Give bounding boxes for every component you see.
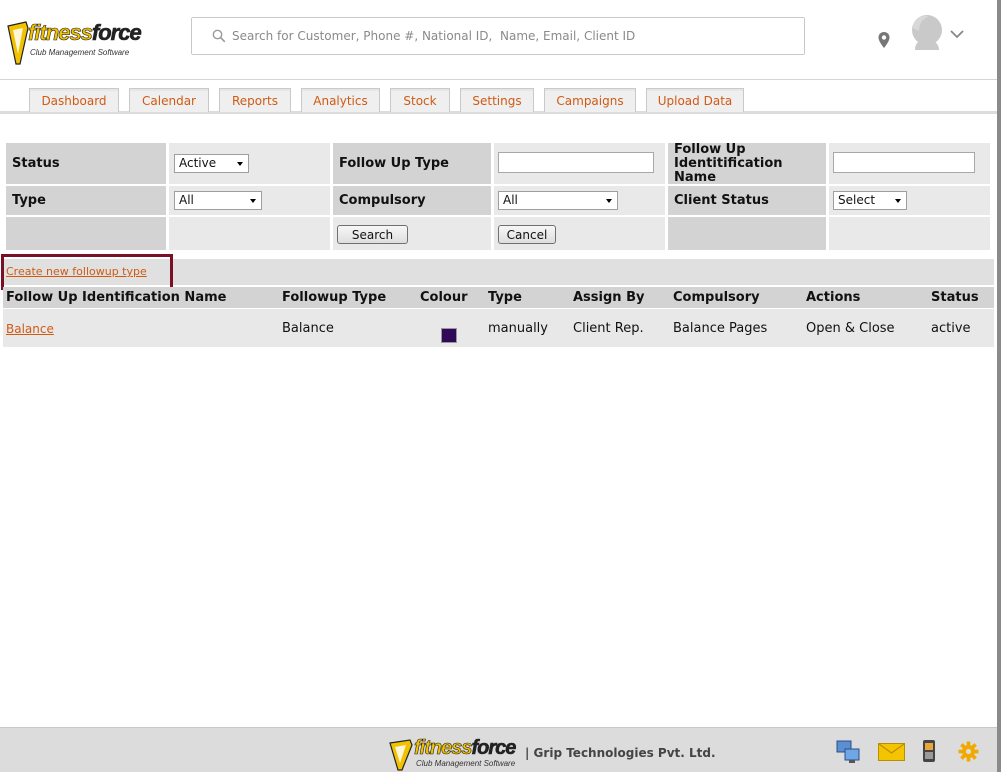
footer: fitnessforce Club Management Software | … xyxy=(0,727,997,772)
assign-by-cell: Client Rep. xyxy=(573,321,644,336)
table-row: Balance Balance manually Client Rep. Bal… xyxy=(3,309,994,347)
tab-stock[interactable]: Stock xyxy=(390,88,450,112)
type-select[interactable]: All xyxy=(174,191,262,210)
compulsory-select[interactable]: All xyxy=(498,191,618,210)
empty-cell xyxy=(6,217,166,250)
logo-tagline: Club Management Software xyxy=(416,759,516,768)
type-label: Type xyxy=(6,186,166,215)
logo-wordmark: fitnessforce xyxy=(414,737,517,760)
dropdown-arrow-icon xyxy=(250,199,256,203)
create-followup-type-link[interactable]: Create new followup type xyxy=(6,265,147,278)
client-status-cell: Select xyxy=(829,186,990,215)
tab-reports[interactable]: Reports xyxy=(219,88,291,112)
search-button[interactable]: Search xyxy=(337,225,408,244)
search-button-cell: Search xyxy=(333,217,491,250)
settings-gear-icon[interactable] xyxy=(958,741,979,762)
column-header: Status xyxy=(931,290,979,305)
company-name: | Grip Technologies Pvt. Ltd. xyxy=(525,746,716,760)
followup-id-name-label: Follow Up Identitification Name xyxy=(668,142,826,184)
followup-id-name-cell xyxy=(829,143,990,184)
followup-type-label: Follow Up Type xyxy=(333,143,491,184)
tab-upload-data[interactable]: Upload Data xyxy=(646,88,744,112)
column-header: Compulsory xyxy=(673,290,760,305)
main-nav-tabs: Dashboard Calendar Reports Analytics Sto… xyxy=(0,88,997,114)
mail-icon[interactable] xyxy=(878,743,905,761)
tab-calendar[interactable]: Calendar xyxy=(129,88,209,112)
logo-mark-icon xyxy=(389,739,413,771)
type-cell: manually xyxy=(488,321,548,336)
status-select[interactable]: Active xyxy=(174,154,249,173)
column-header: Type xyxy=(488,290,522,305)
table-header: Follow Up Identification Name Followup T… xyxy=(3,287,994,308)
column-header: Assign By xyxy=(573,290,645,305)
tab-dashboard[interactable]: Dashboard xyxy=(29,88,119,112)
followup-type-cell: Balance xyxy=(282,321,334,336)
status-cell: active xyxy=(931,321,971,336)
global-search[interactable] xyxy=(191,17,805,55)
tab-campaigns[interactable]: Campaigns xyxy=(544,88,636,112)
mobile-phone-icon[interactable] xyxy=(922,739,936,763)
empty-cell xyxy=(169,217,330,250)
chevron-down-icon[interactable] xyxy=(950,29,964,39)
top-header: fitnessforce Club Management Software xyxy=(0,0,997,80)
empty-cell xyxy=(829,217,990,250)
followup-type-cell xyxy=(494,143,665,184)
status-label: Status xyxy=(6,143,166,184)
column-header: Followup Type xyxy=(282,290,387,305)
fitnessforce-logo[interactable]: fitnessforce Club Management Software xyxy=(6,18,142,68)
location-pin-icon[interactable] xyxy=(877,31,891,49)
dropdown-arrow-icon xyxy=(237,162,243,166)
cancel-button-cell: Cancel xyxy=(494,217,665,250)
followup-type-input[interactable] xyxy=(498,152,654,173)
client-status-select[interactable]: Select xyxy=(833,191,907,210)
column-header: Colour xyxy=(420,290,468,305)
compulsory-label: Compulsory xyxy=(333,186,491,215)
client-status-label: Client Status xyxy=(668,186,826,215)
dropdown-arrow-icon xyxy=(895,199,901,203)
actions-cell: Open & Close xyxy=(806,321,895,336)
tab-settings[interactable]: Settings xyxy=(460,88,534,112)
search-icon xyxy=(212,29,226,43)
colour-swatch xyxy=(441,328,457,343)
cancel-button[interactable]: Cancel xyxy=(498,225,556,244)
compulsory-cell: All xyxy=(494,186,665,215)
type-cell: All xyxy=(169,186,330,215)
compulsory-cell: Balance Pages xyxy=(673,321,768,336)
logo-tagline: Club Management Software xyxy=(30,48,130,57)
user-avatar-icon[interactable] xyxy=(907,14,947,54)
tab-analytics[interactable]: Analytics xyxy=(301,88,380,112)
logo-wordmark: fitnessforce xyxy=(28,20,142,46)
window-frame-right xyxy=(997,0,1001,772)
search-input[interactable] xyxy=(232,26,792,46)
dropdown-arrow-icon xyxy=(606,199,612,203)
logo-mark-icon xyxy=(7,21,29,65)
followup-name-link[interactable]: Balance xyxy=(6,322,54,336)
column-header: Follow Up Identification Name xyxy=(6,290,227,305)
column-header: Actions xyxy=(806,290,861,305)
status-cell: Active xyxy=(169,143,330,184)
empty-cell xyxy=(668,217,826,250)
followup-id-name-input[interactable] xyxy=(833,152,975,173)
network-computers-icon[interactable] xyxy=(835,739,863,765)
footer-logo: fitnessforce Club Management Software xyxy=(388,737,523,771)
